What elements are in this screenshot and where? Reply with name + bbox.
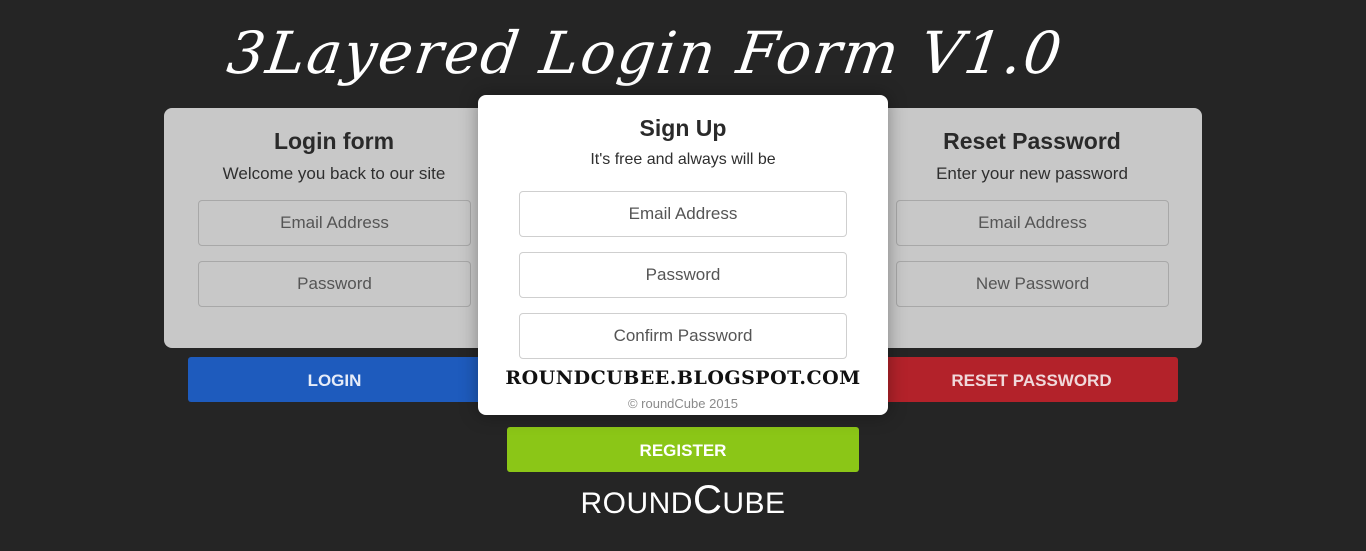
- copyright-text: © roundCube 2015: [627, 396, 739, 411]
- page-title: 3Layered Login Form V1.0: [223, 19, 1068, 87]
- login-subtitle: Welcome you back to our site: [222, 164, 446, 183]
- signup-password-input[interactable]: [519, 252, 847, 298]
- login-panel: Login form Welcome you back to our site: [164, 108, 504, 348]
- register-button[interactable]: REGISTER: [507, 427, 859, 472]
- signup-confirm-password-input[interactable]: [519, 313, 847, 359]
- reset-panel: Reset Password Enter your new password: [862, 108, 1202, 348]
- login-button[interactable]: LOGIN: [188, 357, 481, 402]
- reset-subtitle: Enter your new password: [936, 164, 1128, 183]
- page-stage: 3Layered Login Form V1.0 Login form Welc…: [0, 0, 1366, 551]
- brand-suffix: UBE: [722, 487, 786, 520]
- login-email-input[interactable]: [198, 200, 471, 246]
- reset-email-input[interactable]: [896, 200, 1169, 246]
- reset-title: Reset Password: [943, 128, 1121, 154]
- signup-panel: Sign Up It's free and always will be ROU…: [478, 95, 888, 415]
- reset-password-button[interactable]: RESET PASSWORD: [885, 357, 1178, 402]
- signup-subtitle: It's free and always will be: [590, 151, 776, 168]
- blog-watermark: ROUNDCUBEE.BLOGSPOT.COM: [505, 367, 861, 389]
- signup-title: Sign Up: [639, 115, 727, 141]
- signup-email-input[interactable]: [519, 191, 847, 237]
- login-password-input[interactable]: [198, 261, 471, 307]
- reset-new-password-input[interactable]: [896, 261, 1169, 307]
- brand-big-letter: C: [692, 478, 723, 522]
- brand-prefix: ROUND: [580, 487, 693, 520]
- login-title: Login form: [273, 128, 395, 154]
- brand-logo: ROUNDCUBE: [507, 478, 859, 523]
